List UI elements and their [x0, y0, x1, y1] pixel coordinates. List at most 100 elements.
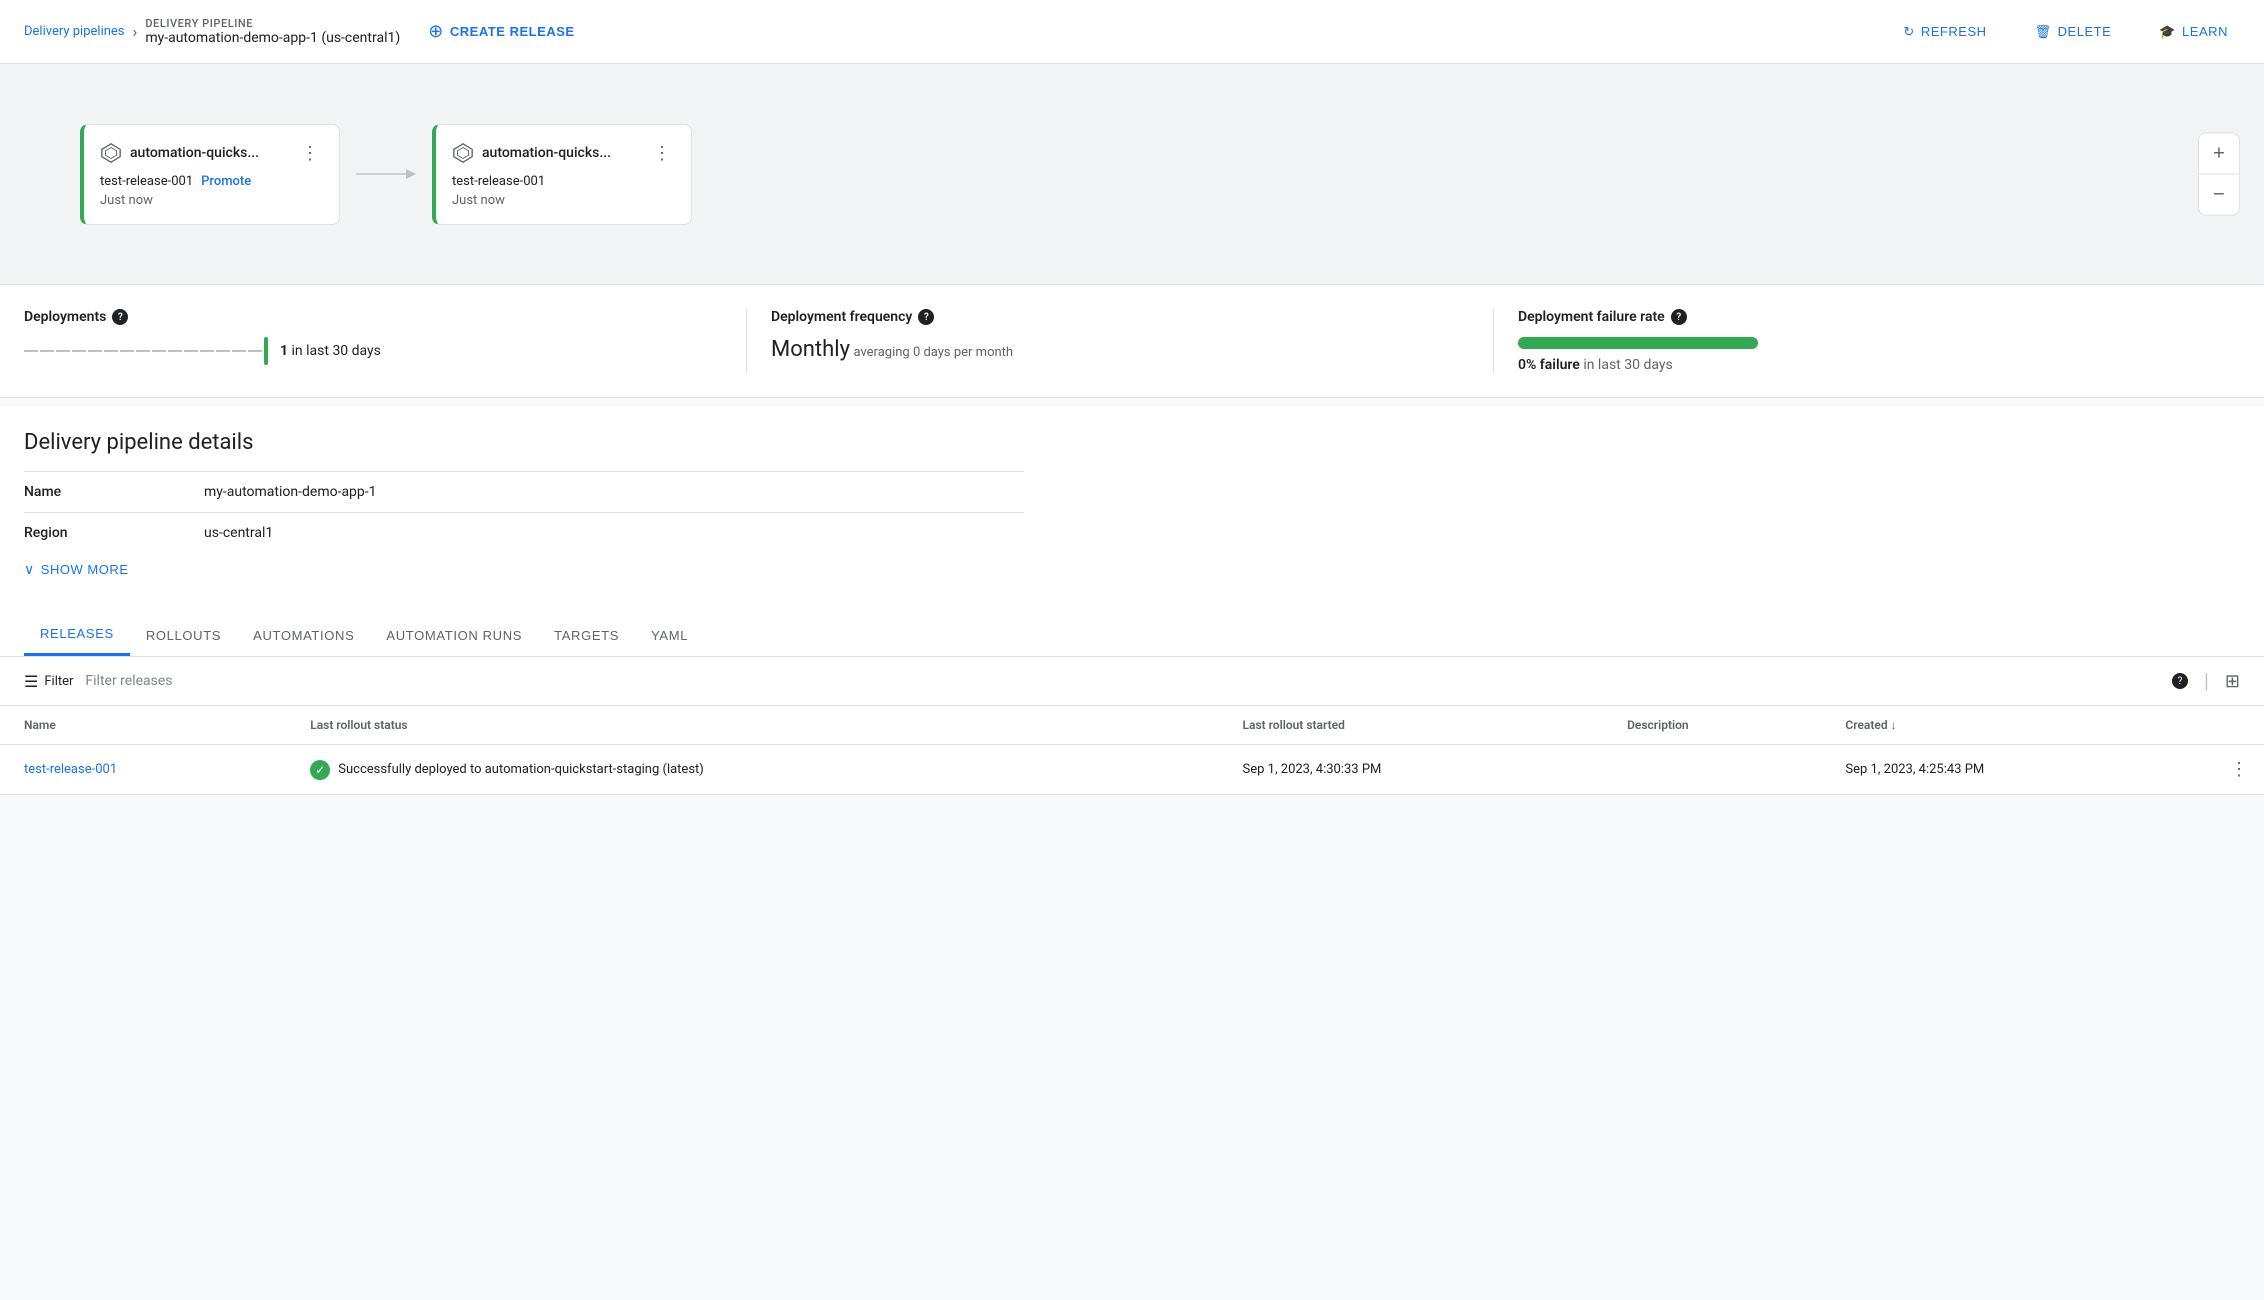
zoom-controls: + − — [2198, 133, 2240, 216]
failure-bar — [1518, 337, 1758, 349]
release-name-cell: test-release-001 — [0, 745, 286, 795]
stage-2-menu-button[interactable]: ⋮ — [649, 141, 675, 166]
filter-button[interactable]: ☰ Filter — [24, 672, 73, 691]
learn-button[interactable]: 🎓 LEARN — [2147, 16, 2240, 48]
frequency-value-row: Monthly averaging 0 days per month — [771, 337, 1469, 362]
show-more-button[interactable]: ∨ SHOW MORE — [24, 553, 129, 586]
tabs: RELEASESROLLOUTSAUTOMATIONSAUTOMATION RU… — [24, 610, 2240, 656]
failure-help-icon[interactable]: ? — [1671, 309, 1687, 325]
pipeline-canvas: automation-quicks... ⋮ test-release-001 … — [0, 64, 2264, 284]
filter-input[interactable]: Filter releases — [85, 673, 172, 689]
tab-automations[interactable]: AUTOMATIONS — [237, 610, 370, 656]
stage-1-release-name: test-release-001 — [100, 174, 193, 189]
breadcrumb-current: DELIVERY PIPELINE my-automation-demo-app… — [145, 17, 400, 46]
refresh-button[interactable]: ↻ REFRESH — [1891, 16, 1998, 48]
tab-rollouts[interactable]: ROLLOUTS — [130, 610, 237, 656]
frequency-metric: Deployment frequency ? Monthly averaging… — [747, 309, 1494, 373]
deployments-help-icon[interactable]: ? — [112, 309, 128, 325]
status-cell: ✓Successfully deployed to automation-qui… — [310, 760, 1202, 780]
pipeline-arrow — [340, 162, 432, 186]
app-header: Delivery pipelines › DELIVERY PIPELINE m… — [0, 0, 2264, 64]
stage-1-title: automation-quicks... — [100, 142, 259, 164]
deployments-metric: Deployments ? — [24, 309, 747, 373]
pipeline-name: my-automation-demo-app-1 (us-central1) — [145, 30, 400, 46]
pipeline-label: DELIVERY PIPELINE — [145, 17, 400, 30]
failure-title: Deployment failure rate ? — [1518, 309, 2216, 325]
filter-right: ? | ⊞ — [2172, 669, 2240, 693]
filter-left: ☰ Filter Filter releases — [24, 672, 173, 691]
details-row: Namemy-automation-demo-app-1 — [24, 472, 1024, 513]
stage-2-title: automation-quicks... — [452, 142, 611, 164]
tab-automation-runs[interactable]: AUTOMATION RUNS — [370, 610, 538, 656]
zoom-in-button[interactable]: + — [2199, 134, 2239, 174]
pipeline-stage-2: automation-quicks... ⋮ test-release-001 … — [432, 124, 692, 225]
details-title: Delivery pipeline details — [24, 430, 2240, 455]
stage-2-header: automation-quicks... ⋮ — [452, 141, 675, 166]
bar-track — [24, 337, 268, 365]
details-section: Delivery pipeline details Namemy-automat… — [0, 406, 2264, 610]
stage-2-icon — [452, 142, 474, 164]
tabs-container: RELEASESROLLOUTSAUTOMATIONSAUTOMATION RU… — [0, 610, 2264, 657]
header-actions: ↻ REFRESH 🗑 DELETE 🎓 LEARN — [1891, 16, 2240, 48]
delete-icon: 🗑 — [2035, 24, 2052, 40]
col-header-description: Description — [1603, 706, 1821, 745]
stage-1-promote-link[interactable]: Promote — [201, 174, 251, 189]
stage-2-release: test-release-001 — [452, 174, 675, 189]
breadcrumb: Delivery pipelines › DELIVERY PIPELINE m… — [24, 17, 400, 46]
create-release-plus-icon: ⊕ — [428, 21, 444, 42]
col-header-actions — [2206, 706, 2264, 745]
deployments-value: 1 in last 30 days — [280, 343, 381, 359]
frequency-help-icon[interactable]: ? — [918, 309, 934, 325]
filter-bar: ☰ Filter Filter releases ? | ⊞ — [0, 657, 2264, 706]
deployments-title: Deployments ? — [24, 309, 722, 325]
detail-value: us-central1 — [204, 513, 1024, 554]
details-table: Namemy-automation-demo-app-1Regionus-cen… — [24, 471, 1024, 553]
deployments-bar: 1 in last 30 days — [24, 337, 722, 365]
release-description-cell — [1603, 745, 1821, 795]
tab-yaml[interactable]: YAML — [635, 610, 704, 656]
row-menu-cell: ⋮ — [2206, 745, 2264, 795]
status-text: Successfully deployed to automation-quic… — [338, 762, 704, 777]
stage-2-name: automation-quicks... — [482, 145, 611, 161]
col-header-started: Last rollout started — [1219, 706, 1604, 745]
releases-table: NameLast rollout statusLast rollout star… — [0, 706, 2264, 795]
stage-1-name: automation-quicks... — [130, 145, 259, 161]
details-row: Regionus-central1 — [24, 513, 1024, 554]
learn-icon: 🎓 — [2159, 24, 2176, 40]
col-header-status: Last rollout status — [286, 706, 1218, 745]
stage-1-menu-button[interactable]: ⋮ — [297, 141, 323, 166]
filter-icon: ☰ — [24, 672, 38, 691]
breadcrumb-link[interactable]: Delivery pipelines — [24, 24, 125, 39]
breadcrumb-arrow-icon: › — [133, 22, 138, 41]
pipeline-stages: automation-quicks... ⋮ test-release-001 … — [80, 124, 692, 225]
col-header-name: Name — [0, 706, 286, 745]
chevron-down-icon: ∨ — [24, 561, 35, 578]
detail-label: Name — [24, 472, 204, 513]
release-status-cell: ✓Successfully deployed to automation-qui… — [286, 745, 1218, 795]
create-release-button[interactable]: ⊕ CREATE RELEASE — [416, 13, 586, 50]
stage-1-icon — [100, 142, 122, 164]
col-header-created[interactable]: Created ↓ — [1821, 706, 2206, 745]
delete-button[interactable]: 🗑 DELETE — [2023, 16, 2124, 48]
columns-toggle-icon[interactable]: ⊞ — [2225, 671, 2240, 692]
row-menu-button[interactable]: ⋮ — [2230, 759, 2248, 780]
stage-1-header: automation-quicks... ⋮ — [100, 141, 323, 166]
frequency-sub: averaging 0 days per month — [853, 345, 1013, 360]
tab-releases[interactable]: RELEASES — [24, 610, 130, 656]
frequency-title: Deployment frequency ? — [771, 309, 1469, 325]
table-body: test-release-001 ✓Successfully deployed t… — [0, 745, 2264, 795]
table-row: test-release-001 ✓Successfully deployed t… — [0, 745, 2264, 795]
stage-2-time: Just now — [452, 193, 675, 208]
refresh-icon: ↻ — [1903, 24, 1914, 40]
release-started-cell: Sep 1, 2023, 4:30:33 PM — [1219, 745, 1604, 795]
stage-1-time: Just now — [100, 193, 323, 208]
table-help-icon[interactable]: ? — [2172, 673, 2188, 689]
release-name-link[interactable]: test-release-001 — [24, 762, 117, 777]
pipeline-stage-1: automation-quicks... ⋮ test-release-001 … — [80, 124, 340, 225]
stage-1-release: test-release-001 Promote — [100, 174, 323, 189]
failure-metric: Deployment failure rate ? 0% failure in … — [1494, 309, 2240, 373]
tab-targets[interactable]: TARGETS — [538, 610, 635, 656]
detail-value: my-automation-demo-app-1 — [204, 472, 1024, 513]
zoom-out-button[interactable]: − — [2199, 175, 2239, 215]
detail-label: Region — [24, 513, 204, 554]
